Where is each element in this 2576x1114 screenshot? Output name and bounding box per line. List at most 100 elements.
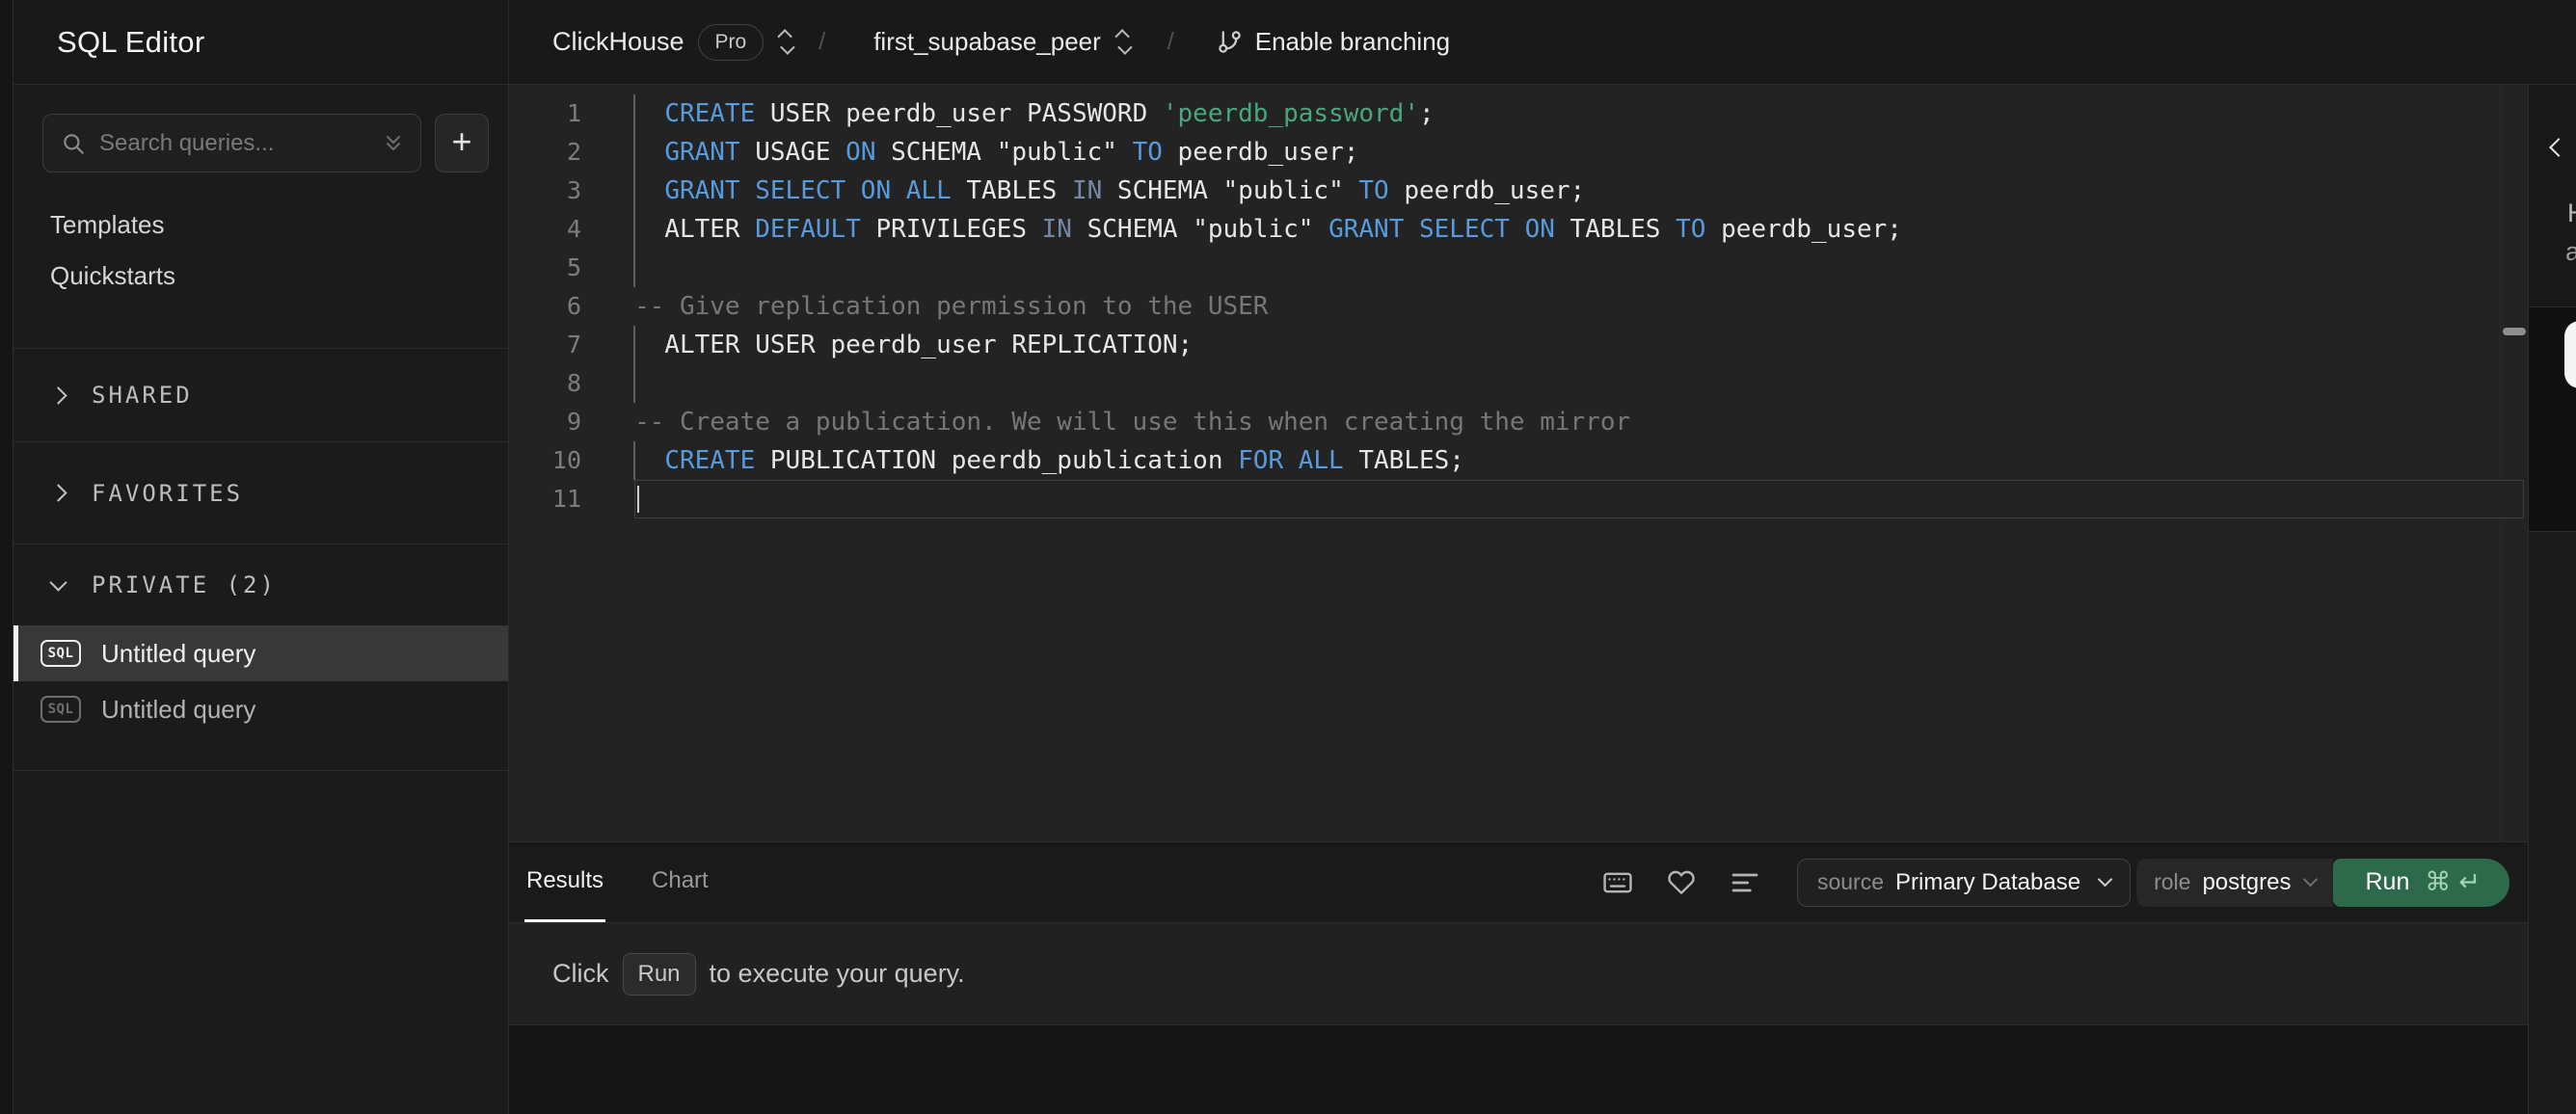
sidebar-item-templates[interactable]: Templates xyxy=(13,199,508,251)
code-token: SCHEMA "public" xyxy=(1102,176,1359,205)
code-line[interactable]: 6 -- Give replication permission to the U… xyxy=(509,287,2528,326)
code-token: TO xyxy=(1676,215,1706,244)
query-list-item[interactable]: SQL Untitled query xyxy=(13,625,508,681)
code-line[interactable]: 3 GRANT SELECT ON ALL TABLES IN SCHEMA "… xyxy=(509,172,2528,210)
code-token: TABLES xyxy=(951,176,1072,205)
right-panel-clipped: H a xyxy=(2528,85,2576,1114)
code-token: TABLES; xyxy=(1343,446,1464,475)
service-switcher-icon[interactable] xyxy=(1114,29,1133,55)
right-panel-bottom-section xyxy=(2529,531,2576,1114)
command-key-icon: ⌘ xyxy=(2425,867,2452,897)
heart-icon xyxy=(1666,867,1697,898)
code-token: IN xyxy=(1071,176,1103,205)
tab-results[interactable]: Results xyxy=(524,842,606,922)
right-panel-mid-section xyxy=(2529,306,2576,531)
favorite-query-button[interactable] xyxy=(1664,865,1699,900)
editor-overview-ruler xyxy=(2500,85,2528,841)
code-token: CREATE xyxy=(664,99,756,128)
enable-branching-action[interactable]: Enable branching xyxy=(1217,27,1450,57)
chevron-down-icon xyxy=(2097,871,2113,888)
results-body xyxy=(509,1024,2528,1114)
right-panel-button-fragment[interactable] xyxy=(2564,321,2576,388)
line-number: 4 xyxy=(566,215,581,243)
align-left-icon xyxy=(1730,867,1760,898)
sql-code-editor[interactable]: 1 CREATE USER peerdb_user PASSWORD 'peer… xyxy=(509,85,2528,841)
right-panel-top-section: H a xyxy=(2529,85,2576,306)
code-token: ON xyxy=(845,138,876,167)
code-line-content: ALTER DEFAULT PRIVILEGES IN SCHEMA "publ… xyxy=(633,210,2524,249)
source-select-value: Primary Database xyxy=(1895,868,2081,895)
search-icon xyxy=(61,131,86,156)
workspace: 1 CREATE USER peerdb_user PASSWORD 'peer… xyxy=(509,85,2528,1114)
keyboard-shortcuts-button[interactable] xyxy=(1600,865,1635,900)
line-number: 1 xyxy=(566,99,581,127)
role-select-label: role xyxy=(2154,869,2191,894)
code-token: -- Give replication permission to the US… xyxy=(634,292,1269,321)
breadcrumb-service[interactable]: first_supabase_peer xyxy=(873,27,1101,57)
search-placeholder: Search queries... xyxy=(99,129,275,156)
section-shared[interactable]: SHARED xyxy=(13,348,508,441)
code-token: SCHEMA "public" xyxy=(1071,215,1329,244)
code-line[interactable]: 7 ALTER USER peerdb_user REPLICATION; xyxy=(509,326,2528,364)
code-token: TABLES xyxy=(1554,215,1677,244)
code-line-content: ALTER USER peerdb_user REPLICATION; xyxy=(633,326,2524,364)
code-token: GRANT SELECT ON xyxy=(1328,215,1555,244)
section-private-header[interactable]: PRIVATE (2) xyxy=(13,544,508,625)
code-line[interactable]: 11 xyxy=(509,480,2528,518)
format-query-button[interactable] xyxy=(1728,865,1762,900)
line-number: 11 xyxy=(551,485,581,513)
code-line[interactable]: 1 CREATE USER peerdb_user PASSWORD 'peer… xyxy=(509,94,2528,133)
source-select-label: source xyxy=(1816,869,1884,894)
run-keycap[interactable]: Run xyxy=(622,952,696,995)
breadcrumb-org[interactable]: ClickHouse xyxy=(552,27,684,57)
code-token: PUBLICATION peerdb_publication xyxy=(755,446,1239,475)
code-line[interactable]: 10 CREATE PUBLICATION peerdb_publication… xyxy=(509,441,2528,480)
code-line[interactable]: 5 xyxy=(509,249,2528,287)
code-token: USER peerdb_user PASSWORD xyxy=(755,99,1163,128)
app-window: SQL Editor ClickHouse Pro / first_supaba… xyxy=(0,0,2576,1114)
code-token: ; xyxy=(1418,99,1435,128)
code-line[interactable]: 9 -- Create a publication. We will use th… xyxy=(509,403,2528,441)
empty-state-prefix: Click xyxy=(552,959,609,988)
code-token: GRANT xyxy=(664,138,740,167)
org-switcher-icon[interactable] xyxy=(777,29,795,55)
chevron-down-icon xyxy=(2302,871,2318,888)
query-list-item[interactable]: SQL Untitled query xyxy=(13,681,508,737)
sidebar-item-quickstarts[interactable]: Quickstarts xyxy=(13,251,508,302)
role-select[interactable]: role postgres xyxy=(2136,858,2333,907)
code-line-content: GRANT USAGE ON SCHEMA "public" TO peerdb… xyxy=(633,133,2524,172)
run-button[interactable]: Run ⌘ ↵ xyxy=(2332,858,2509,907)
source-select[interactable]: source Primary Database xyxy=(1796,858,2132,907)
code-line[interactable]: 8 xyxy=(509,364,2528,403)
code-line[interactable]: 2 GRANT USAGE ON SCHEMA "public" TO peer… xyxy=(509,133,2528,172)
run-button-label: Run xyxy=(2365,868,2410,895)
line-number: 6 xyxy=(566,292,581,320)
sql-file-icon: SQL xyxy=(40,696,81,723)
section-label: FAVORITES xyxy=(92,479,244,507)
chevron-down-icon xyxy=(49,572,67,592)
code-line-content: CREATE PUBLICATION peerdb_publication FO… xyxy=(633,441,2524,480)
code-line[interactable]: 4 ALTER DEFAULT PRIVILEGES IN SCHEMA "pu… xyxy=(509,210,2528,249)
scrollbar-thumb[interactable] xyxy=(2503,328,2526,335)
query-label: Untitled query xyxy=(101,638,256,668)
return-key-icon: ↵ xyxy=(2458,867,2481,897)
top-bar: SQL Editor ClickHouse Pro / first_supaba… xyxy=(13,0,2576,85)
plan-badge: Pro xyxy=(697,23,765,61)
search-input[interactable]: Search queries... xyxy=(42,114,421,172)
git-branch-icon xyxy=(1217,29,1243,55)
enable-branching-label: Enable branching xyxy=(1254,27,1451,56)
code-token: USAGE xyxy=(739,138,846,167)
section-favorites[interactable]: FAVORITES xyxy=(13,441,508,544)
tab-chart[interactable]: Chart xyxy=(650,842,711,922)
left-rail xyxy=(0,0,13,1114)
code-line-content: -- Give replication permission to the US… xyxy=(634,287,2524,326)
run-shortcut: ⌘ ↵ xyxy=(2425,867,2481,897)
section-label: SHARED xyxy=(92,382,193,409)
section-private: PRIVATE (2) SQL Untitled query SQL Untit… xyxy=(13,544,508,771)
code-token: CREATE xyxy=(664,446,756,475)
code-token: ALTER USER peerdb_user REPLICATION; xyxy=(634,331,1194,359)
line-number: 3 xyxy=(566,176,581,204)
code-token: DEFAULT xyxy=(755,215,861,244)
new-query-button[interactable]: + xyxy=(435,114,489,172)
collapse-panel-icon[interactable] xyxy=(2549,138,2568,157)
